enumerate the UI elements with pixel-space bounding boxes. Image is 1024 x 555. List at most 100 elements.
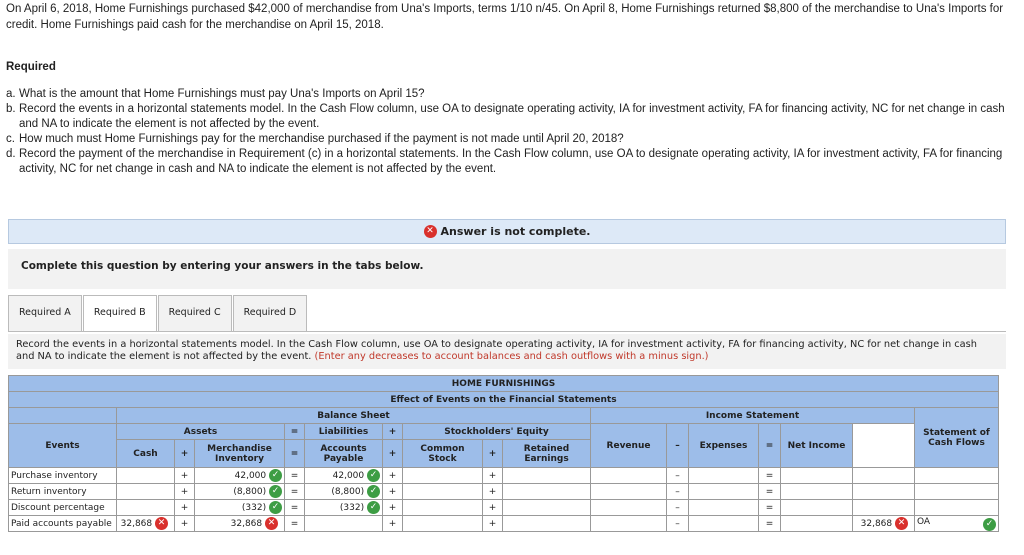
tab-divider [8,331,1006,332]
assets-header: Assets [116,423,285,440]
tab-required-a[interactable]: Required A [8,295,82,332]
revenue-input[interactable] [590,483,667,500]
minus-sign: – [666,515,689,532]
equals-sign: = [758,515,781,532]
cash-flow-amount-input[interactable] [852,499,915,516]
cash-flow-activity-input[interactable] [914,499,999,516]
plus-sign: + [382,467,403,484]
accounts-payable-input[interactable]: (8,800) ✓ [304,483,383,500]
merchandise-inventory-input[interactable]: 42,000 ✓ [194,467,285,484]
expenses-input[interactable] [688,499,759,516]
cell-value: (332) [241,503,267,513]
cell-value: 32,868 [860,519,893,529]
merchandise-inventory-input[interactable]: (8,800) ✓ [194,483,285,500]
expenses-header: Expenses [688,423,759,468]
cell-value: 42,000 [234,471,267,481]
merchandise-inventory-input[interactable]: 32,868 ✕ [194,515,285,532]
net-income-input[interactable] [780,483,853,500]
cash-flow-activity-input[interactable] [914,467,999,484]
event-label: Return inventory [8,483,117,500]
revenue-input[interactable] [590,499,667,516]
cell-value: (8,800) [331,487,365,497]
check-circle-icon: ✓ [269,501,282,514]
retained-earnings-input[interactable] [502,515,591,532]
equals-sign: = [758,467,781,484]
retained-earnings-input[interactable] [502,483,591,500]
question-a: a. What is the amount that Home Furnishin… [6,87,1006,102]
cell-value: OA [917,516,931,527]
answer-status-banner: ✕ Answer is not complete. [8,219,1006,244]
company-name: HOME FURNISHINGS [8,375,999,392]
net-income-input[interactable] [780,467,853,484]
net-income-header: Net Income [780,423,853,468]
merchandise-inventory-header: Merchandise Inventory [194,439,285,468]
question-c: c. How much must Home Furnishings pay for… [6,132,1006,147]
cash-flow-amount-input[interactable] [852,483,915,500]
cash-input[interactable] [116,467,175,484]
expenses-input[interactable] [688,515,759,532]
retained-earnings-input[interactable] [502,467,591,484]
question-letter: a. [6,88,16,100]
accounts-payable-input[interactable] [304,515,383,532]
equals-sign: = [284,439,305,468]
x-circle-icon: ✕ [155,517,168,530]
cell-value: 32,868 [230,519,263,529]
cash-flow-activity-input[interactable] [914,483,999,500]
problem-intro: On April 6, 2018, Home Furnishings purch… [6,3,1004,31]
accounts-payable-input[interactable]: 42,000 ✓ [304,467,383,484]
retained-earnings-input[interactable] [502,499,591,516]
common-stock-input[interactable] [402,499,483,516]
common-stock-input[interactable] [402,515,483,532]
equals-sign: = [284,483,305,500]
tab-required-b[interactable]: Required B [82,295,157,332]
balance-sheet-header: Balance Sheet [116,407,591,424]
check-circle-icon: ✓ [269,469,282,482]
equals-sign: = [284,423,305,440]
cash-input[interactable] [116,499,175,516]
merchandise-inventory-input[interactable]: (332) ✓ [194,499,285,516]
cash-input[interactable] [116,483,175,500]
stockholders-equity-header: Stockholders' Equity [402,423,591,440]
equals-sign: = [284,467,305,484]
cash-input[interactable]: 32,868 ✕ [116,515,175,532]
cell-value: 42,000 [332,471,365,481]
requirement-tabs: Required A Required B Required C Require… [8,295,308,332]
question-b: b. Record the events in a horizontal stat… [6,102,1006,132]
question-text: How much must Home Furnishings pay for t… [19,133,624,145]
plus-sign: + [174,467,195,484]
common-stock-input[interactable] [402,483,483,500]
net-income-input[interactable] [780,515,853,532]
horizontal-statements-table: HOME FURNISHINGS Effect of Events on the… [8,375,999,532]
revenue-input[interactable] [590,467,667,484]
equals-sign: = [758,423,781,468]
cell-value: (8,800) [233,487,267,497]
tab-required-d[interactable]: Required D [232,295,308,332]
expenses-input[interactable] [688,467,759,484]
plus-sign: + [382,423,403,440]
plus-sign: + [382,439,403,468]
plus-sign: + [482,439,503,468]
common-stock-input[interactable] [402,467,483,484]
questions-list: a. What is the amount that Home Furnishin… [6,87,1006,177]
x-circle-icon: ✕ [265,517,278,530]
equals-sign: = [284,515,305,532]
x-circle-icon: ✕ [895,517,908,530]
minus-sign: – [666,423,689,468]
cash-flow-amount-input[interactable]: 32,868 ✕ [852,515,915,532]
net-income-input[interactable] [780,499,853,516]
accounts-payable-input[interactable]: (332) ✓ [304,499,383,516]
cell-value: 32,868 [120,519,153,529]
cash-flow-amount-input[interactable] [852,467,915,484]
revenue-header: Revenue [590,423,667,468]
tab-instructions: Record the events in a horizontal statem… [8,334,1006,369]
expenses-input[interactable] [688,483,759,500]
plus-sign: + [482,515,503,532]
revenue-input[interactable] [590,515,667,532]
required-heading: Required [6,61,56,73]
plus-sign: + [382,515,403,532]
plus-sign: + [174,515,195,532]
instruction-note: (Enter any decreases to account balances… [314,351,709,362]
x-circle-icon: ✕ [423,225,437,238]
tab-required-c[interactable]: Required C [157,295,232,332]
cash-flow-activity-input[interactable]: OA ✓ [914,515,999,532]
